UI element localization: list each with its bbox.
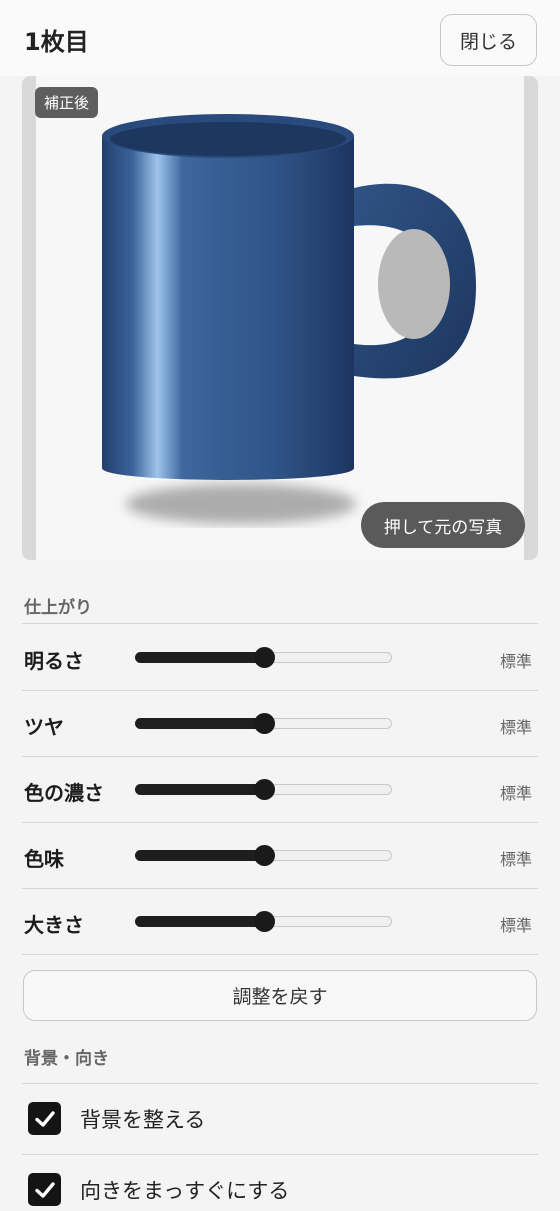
reset-adjustments-button[interactable]: 調整を戻す: [23, 970, 537, 1021]
saturation-slider[interactable]: [135, 779, 392, 800]
show-original-button[interactable]: 押して元の写真: [361, 502, 525, 548]
slider-value: 標準: [500, 718, 533, 737]
checkbox-label: 背景を整える: [80, 1108, 206, 1132]
slider-thumb[interactable]: [254, 845, 275, 866]
slider-label: 色の濃さ: [24, 781, 104, 805]
size-slider[interactable]: [135, 911, 392, 932]
checkmark-icon: [34, 1181, 55, 1198]
slider-thumb[interactable]: [254, 647, 275, 668]
slider-value: 標準: [500, 916, 533, 935]
background-heading: 背景・向き: [24, 1049, 109, 1069]
slider-value: 標準: [500, 850, 533, 869]
slider-label: 明るさ: [24, 649, 84, 673]
page-title: 1枚目: [24, 28, 89, 56]
slider-value: 標準: [500, 784, 533, 803]
slider-label: 大きさ: [24, 913, 84, 937]
slider-value: 標準: [500, 652, 533, 671]
corrected-badge: 補正後: [35, 87, 99, 118]
header: 1枚目 閉じる: [0, 0, 560, 76]
slider-thumb[interactable]: [254, 713, 275, 734]
slider-label: 色味: [24, 847, 64, 871]
checkbox-label: 向きをまっすぐにする: [80, 1179, 290, 1203]
tidy-background-checkbox[interactable]: [28, 1102, 61, 1135]
straighten-checkbox[interactable]: [28, 1173, 61, 1206]
checkmark-icon: [34, 1110, 55, 1127]
brightness-slider[interactable]: [135, 647, 392, 668]
slider-thumb[interactable]: [254, 779, 275, 800]
tint-slider[interactable]: [135, 845, 392, 866]
photo-preview[interactable]: [22, 76, 538, 560]
gloss-slider[interactable]: [135, 713, 392, 734]
slider-thumb[interactable]: [254, 911, 275, 932]
close-button[interactable]: 閉じる: [440, 14, 537, 66]
finish-heading: 仕上がり: [24, 598, 92, 618]
mug-photo: [102, 114, 476, 524]
slider-label: ツヤ: [24, 715, 64, 739]
